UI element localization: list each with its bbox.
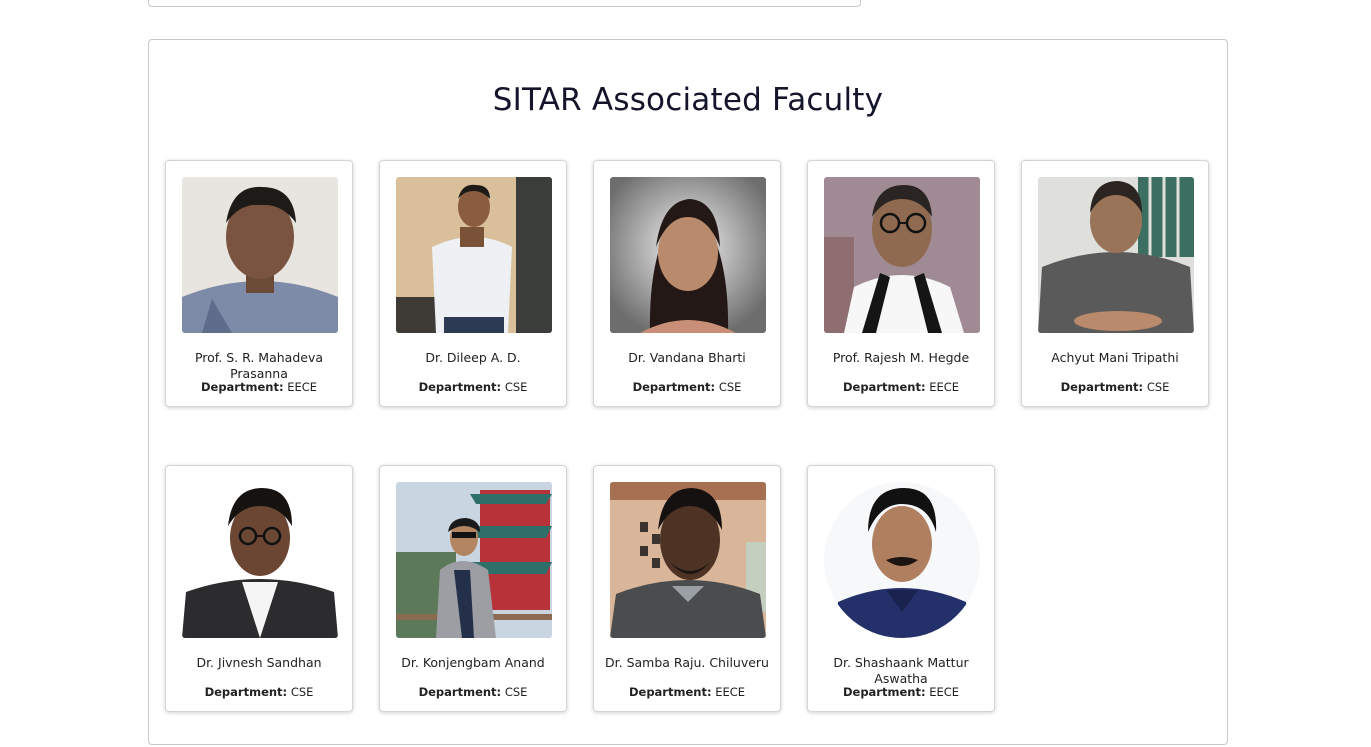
faculty-card[interactable]: Prof. Rajesh M. Hegde Department: EECE xyxy=(807,160,995,407)
faculty-department: Department: CSE xyxy=(632,380,742,394)
faculty-card[interactable]: Dr. Samba Raju. Chiluveru Department: EE… xyxy=(593,465,781,712)
faculty-photo xyxy=(824,177,980,333)
previous-section-card xyxy=(148,0,861,7)
faculty-name: Dr. Konjengbam Anand xyxy=(401,655,545,670)
faculty-department: Department: EECE xyxy=(200,380,318,394)
faculty-name: Dr. Shashaank Mattur Aswatha xyxy=(833,655,969,686)
section-title: SITAR Associated Faculty xyxy=(492,82,884,118)
faculty-photo xyxy=(182,177,338,333)
faculty-department: Department: EECE xyxy=(628,685,746,699)
faculty-card[interactable]: Dr. Dileep A. D. Department: CSE xyxy=(379,160,567,407)
faculty-photo xyxy=(1038,177,1194,333)
faculty-name: Dr. Jivnesh Sandhan xyxy=(196,655,322,670)
faculty-department: Department: CSE xyxy=(418,380,528,394)
faculty-name: Achyut Mani Tripathi xyxy=(1051,350,1179,365)
faculty-photo xyxy=(396,482,552,638)
faculty-photo xyxy=(824,482,980,638)
faculty-department: Department: EECE xyxy=(842,685,960,699)
faculty-card[interactable]: Dr. Shashaank Mattur Aswatha Department:… xyxy=(807,465,995,712)
faculty-photo xyxy=(610,177,766,333)
faculty-card[interactable]: Dr. Jivnesh Sandhan Department: CSE xyxy=(165,465,353,712)
faculty-name: Prof. Rajesh M. Hegde xyxy=(832,350,970,365)
faculty-department: Department: CSE xyxy=(418,685,528,699)
faculty-card[interactable]: Prof. S. R. Mahadeva Prasanna Department… xyxy=(165,160,353,407)
faculty-name: Prof. S. R. Mahadeva Prasanna xyxy=(194,350,324,381)
faculty-photo xyxy=(182,482,338,638)
faculty-name: Dr. Samba Raju. Chiluveru xyxy=(605,655,769,670)
faculty-card[interactable]: Dr. Konjengbam Anand Department: CSE xyxy=(379,465,567,712)
faculty-department: Department: CSE xyxy=(1060,380,1170,394)
faculty-department: Department: EECE xyxy=(842,380,960,394)
faculty-card[interactable]: Achyut Mani Tripathi Department: CSE xyxy=(1021,160,1209,407)
faculty-photo xyxy=(610,482,766,638)
faculty-card[interactable]: Dr. Vandana Bharti Department: CSE xyxy=(593,160,781,407)
faculty-photo xyxy=(396,177,552,333)
faculty-department: Department: CSE xyxy=(204,685,314,699)
faculty-name: Dr. Dileep A. D. xyxy=(425,350,521,365)
faculty-name: Dr. Vandana Bharti xyxy=(628,350,746,365)
